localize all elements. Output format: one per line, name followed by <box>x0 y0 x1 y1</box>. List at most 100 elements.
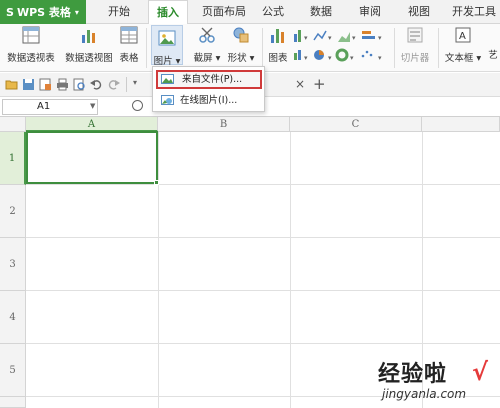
line-chart-icon <box>313 30 327 41</box>
slicer-button[interactable]: 切片器 <box>398 26 432 64</box>
zoom-icon[interactable] <box>132 100 143 111</box>
tab-view[interactable]: 视图 <box>404 0 434 24</box>
select-all-corner[interactable] <box>0 117 26 132</box>
toolbar-separator <box>126 77 127 92</box>
svg-text:▾: ▾ <box>378 34 382 42</box>
table-button[interactable]: 表格 <box>118 26 140 64</box>
tab-insert[interactable]: 插入 <box>148 0 188 25</box>
row-header[interactable]: 1 <box>0 132 26 185</box>
ribbon-separator <box>146 28 147 68</box>
screenshot-label: 截屏 ▾ <box>193 53 221 64</box>
print-preview-icon[interactable] <box>73 78 86 91</box>
area-chart-icon <box>338 32 350 42</box>
wordart-icon <box>486 26 500 47</box>
chevron-down-icon: ▾ <box>74 7 79 17</box>
close-tab-icon[interactable]: × <box>295 77 305 91</box>
scissors-icon <box>199 27 215 43</box>
picture-button[interactable]: 图片 ▾ <box>151 25 183 67</box>
active-cell-a1[interactable] <box>26 131 158 184</box>
row-header[interactable]: 4 <box>0 291 26 344</box>
column-header[interactable] <box>422 117 500 132</box>
menu-item-online-picture[interactable]: 在线图片(I)... <box>156 91 262 110</box>
print-icon[interactable] <box>56 78 69 91</box>
other-chart-icon <box>361 50 373 58</box>
wordart-label: 艺 <box>488 50 498 61</box>
pivot-table-icon <box>22 26 40 44</box>
name-box[interactable]: A1 <box>2 99 98 115</box>
column-header[interactable]: C <box>290 117 422 132</box>
bar-chart-icon <box>362 31 375 39</box>
save-icon[interactable] <box>22 78 35 91</box>
tab-review[interactable]: 审阅 <box>355 0 385 24</box>
ribbon-separator <box>394 28 395 68</box>
ribbon-panel: 数据透视表 数据透视图 表格 图片 ▾ 截屏 ▾ 形状 ▾ 图表 ▾ ▾ ▾ ▾… <box>0 24 500 72</box>
scatter-chart-icon <box>294 50 301 60</box>
donut-chart-icon <box>335 48 349 62</box>
online-picture-icon <box>161 95 174 105</box>
picture-icon <box>158 30 176 46</box>
picture-icon <box>161 74 174 84</box>
shapes-icon <box>233 27 249 43</box>
pivot-chart-button[interactable]: 数据透视图 <box>62 26 116 64</box>
svg-text:A: A <box>459 31 466 42</box>
pie-chart-icon <box>314 50 324 60</box>
redo-icon[interactable] <box>107 78 120 91</box>
grid-line <box>26 290 500 291</box>
svg-text:▾: ▾ <box>378 54 382 62</box>
ribbon-separator <box>438 28 439 68</box>
picture-label: 图片 ▾ <box>153 56 181 67</box>
slicer-icon <box>407 27 423 43</box>
open-folder-icon[interactable] <box>5 78 18 91</box>
textbox-button[interactable]: A 文本框 ▾ <box>442 26 484 64</box>
svg-text:▾: ▾ <box>328 34 332 42</box>
save-as-icon[interactable] <box>39 78 52 91</box>
tab-formulas[interactable]: 公式 <box>258 0 288 24</box>
menu-item-label: 来自文件(P)... <box>182 74 243 85</box>
row-header[interactable]: 3 <box>0 238 26 291</box>
chart-types-gallery[interactable]: ▾ ▾ ▾ ▾ ▾ ▾ ▾ ▾ <box>292 28 392 68</box>
wordart-button[interactable]: 艺 <box>486 26 500 61</box>
screenshot-button[interactable]: 截屏 ▾ <box>190 26 224 64</box>
wps-app-menu-button[interactable]: S WPS 表格 ▾ <box>0 0 86 24</box>
row-header[interactable] <box>0 397 26 408</box>
textbox-label: 文本框 ▾ <box>444 53 482 64</box>
tab-developer[interactable]: 开发工具 <box>448 0 500 24</box>
svg-text:▾: ▾ <box>304 34 308 42</box>
pivot-table-button[interactable]: 数据透视表 <box>6 26 56 64</box>
menu-item-from-file[interactable]: 来自文件(P)... <box>156 70 262 89</box>
chart-button[interactable]: 图表 <box>266 26 290 64</box>
tab-home[interactable]: 开始 <box>104 0 134 24</box>
table-label: 表格 <box>119 53 139 64</box>
grid-line <box>26 343 500 344</box>
menu-item-label: 在线图片(I)... <box>180 95 238 106</box>
tab-data[interactable]: 数据 <box>306 0 336 24</box>
watermark-url: jingyanla.com <box>382 387 467 401</box>
shapes-label: 形状 ▾ <box>227 53 255 64</box>
pivot-chart-icon <box>82 30 95 43</box>
customize-toolbar-icon[interactable]: ▾ <box>133 78 137 87</box>
fill-handle[interactable] <box>154 180 159 185</box>
column-header[interactable]: A <box>26 117 158 132</box>
textbox-icon: A <box>455 27 471 43</box>
chevron-down-icon[interactable]: ▼ <box>90 102 95 110</box>
column-chart-icon <box>294 30 301 42</box>
table-icon <box>120 26 138 44</box>
svg-text:▾: ▾ <box>350 54 354 62</box>
watermark-logo: 经验啦 √ jingyanla.com <box>350 356 490 404</box>
app-name: WPS 表格 <box>16 6 71 19</box>
row-header[interactable]: 2 <box>0 185 26 238</box>
undo-icon[interactable] <box>90 78 103 91</box>
shapes-button[interactable]: 形状 ▾ <box>224 26 258 64</box>
row-header[interactable]: 5 <box>0 344 26 397</box>
checkmark-icon: √ <box>472 358 489 386</box>
column-header[interactable]: B <box>158 117 290 132</box>
tab-page-layout[interactable]: 页面布局 <box>198 0 250 24</box>
grid-line <box>158 132 159 408</box>
grid-line <box>26 184 500 185</box>
chart-label: 图表 <box>268 53 288 64</box>
svg-text:▾: ▾ <box>328 54 332 62</box>
chart-icon <box>271 29 284 43</box>
grid-line <box>290 132 291 408</box>
watermark-title: 经验啦 <box>378 362 448 387</box>
new-tab-icon[interactable]: + <box>313 75 326 93</box>
